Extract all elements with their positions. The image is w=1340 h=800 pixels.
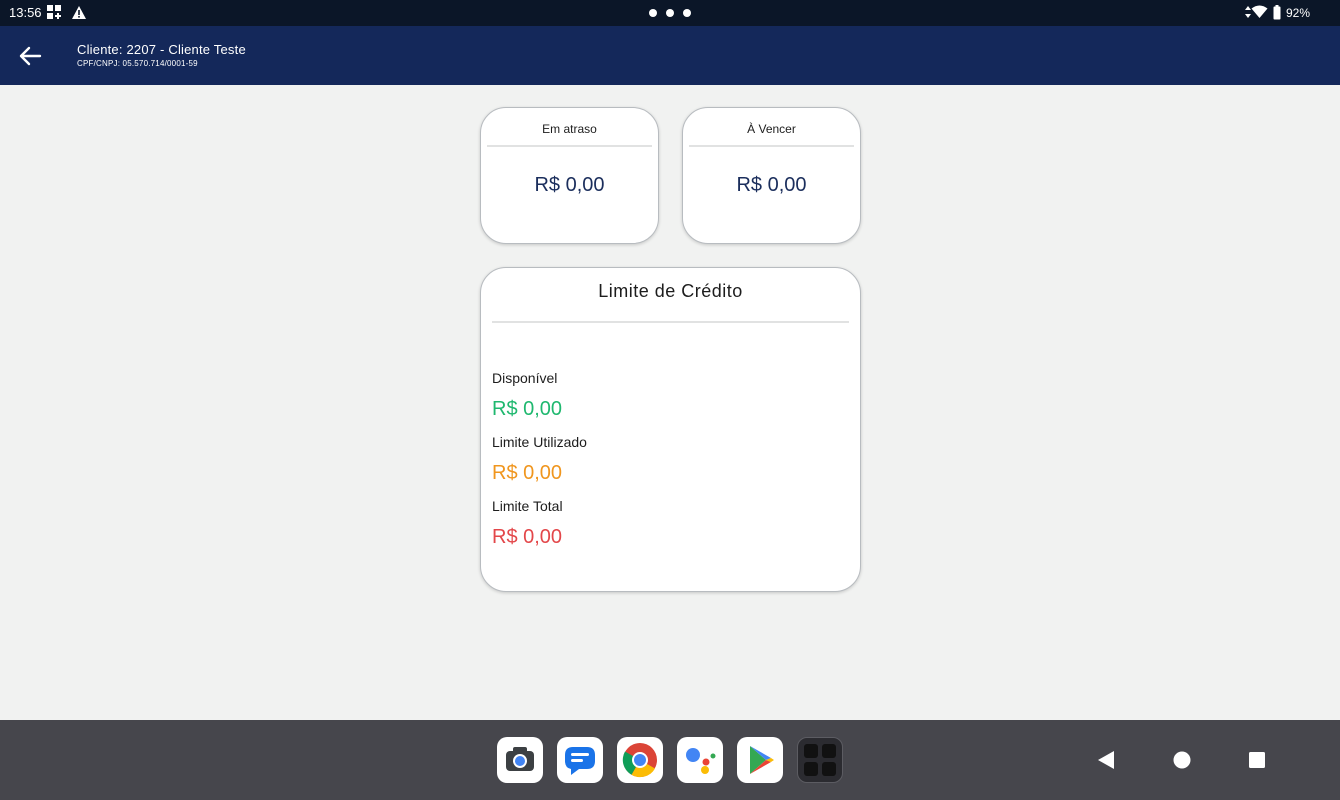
total-limit-label: Limite Total [492,498,563,514]
due-card: À Vencer R$ 0,00 [682,107,861,244]
taskbar [0,720,1340,800]
total-limit-value: R$ 0,00 [492,526,563,548]
arrow-left-icon [19,46,42,66]
client-title: Cliente: 2207 - Cliente Teste [77,42,246,57]
camera-dots [649,9,691,17]
overdue-card: Em atraso R$ 0,00 [480,107,659,244]
back-triangle-icon[interactable] [1094,748,1118,772]
messages-icon[interactable] [557,737,603,783]
client-document: CPF/CNPJ: 05.570.714/0001-59 [77,59,198,68]
available-label: Disponível [492,370,558,386]
status-bar: 13:56 92% [0,0,1340,26]
available-value: R$ 0,00 [492,398,563,420]
credit-limit-card: Limite de Crédito Disponível R$ 0,00 Lim… [480,267,861,592]
app-drawer-icon[interactable] [797,737,843,783]
home-circle-icon[interactable] [1170,748,1194,772]
overdue-label: Em atraso [542,122,597,136]
used-limit-value: R$ 0,00 [492,462,563,484]
battery-icon [1273,5,1281,25]
chrome-icon[interactable] [617,737,663,783]
divider [492,321,849,323]
recents-square-icon[interactable] [1245,748,1269,772]
play-store-icon[interactable] [737,737,783,783]
warning-icon [71,5,87,25]
status-time: 13:56 [9,5,42,20]
app-bar: Cliente: 2207 - Cliente Teste CPF/CNPJ: … [0,26,1340,85]
overdue-value: R$ 0,00 [534,174,605,196]
camera-icon[interactable] [497,737,543,783]
due-label: À Vencer [747,122,796,136]
divider [487,145,652,147]
wifi-icon [1251,5,1268,24]
due-value: R$ 0,00 [736,174,807,196]
used-limit-label: Limite Utilizado [492,434,587,450]
grid-notification-icon [47,5,62,25]
back-button[interactable] [14,40,46,72]
credit-limit-title: Limite de Crédito [598,281,743,301]
divider [689,145,854,147]
battery-percentage: 92% [1286,6,1311,20]
assistant-icon[interactable] [677,737,723,783]
